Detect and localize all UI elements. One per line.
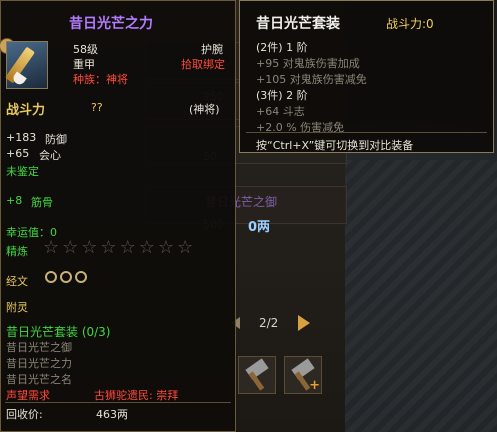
set-tooltip-title: 昔日光芒套装 bbox=[256, 16, 340, 32]
set-bonus-line: (3件) 2 阶 bbox=[256, 89, 308, 102]
item-level: 58级 bbox=[73, 43, 98, 56]
reputation-value: 古狮驼遗民: 崇拜 bbox=[94, 389, 179, 402]
item-tooltip: 昔日光芒之力 58级 护腕 重甲 拾取绑定 种族：神将 战斗力 ?? (神将) … bbox=[0, 0, 236, 432]
sell-price-label: 回收价: bbox=[6, 408, 43, 421]
class-tag: (神将) bbox=[189, 103, 220, 116]
sell-price-value: 463两 bbox=[96, 408, 128, 421]
star-icon: ☆ bbox=[100, 237, 117, 258]
stat-value: +65 bbox=[6, 147, 30, 160]
scene-rock-texture bbox=[345, 160, 497, 432]
next-page-icon[interactable] bbox=[298, 315, 310, 331]
sockets bbox=[45, 271, 87, 283]
item-name: 昔日光芒之力 bbox=[69, 16, 153, 32]
set-item: 昔日光芒之御 bbox=[6, 341, 72, 354]
socket-label: 经文 bbox=[6, 275, 28, 288]
socket-ring-icon bbox=[75, 271, 87, 283]
item-race-requirement: 种族：神将 bbox=[73, 73, 128, 86]
stat-value: +183 bbox=[6, 131, 37, 144]
attune-label: 附灵 bbox=[6, 301, 28, 314]
socket-ring-icon bbox=[60, 271, 72, 283]
item-armor-type: 重甲 bbox=[73, 58, 95, 71]
star-icon: ☆ bbox=[81, 237, 98, 258]
refine-label: 精炼 bbox=[6, 245, 28, 258]
stat-name: 会心 bbox=[39, 149, 61, 162]
star-icon: ☆ bbox=[157, 237, 174, 258]
set-item: 昔日光芒之名 bbox=[6, 373, 72, 386]
socket-ring-icon bbox=[45, 271, 57, 283]
divider bbox=[246, 132, 487, 133]
item-bind-type: 拾取绑定 bbox=[181, 58, 225, 71]
set-title: 昔日光芒套装 (0/3) bbox=[6, 325, 111, 339]
item-slot: 护腕 bbox=[201, 43, 223, 56]
stat-name: 防御 bbox=[45, 133, 67, 146]
divider bbox=[5, 402, 231, 403]
set-tooltip: 昔日光芒套装 战斗力:0 (2件) 1 阶 +95 对鬼族伤害加成 +105 对… bbox=[239, 0, 494, 153]
set-bonus-line: +105 对鬼族伤害减免 bbox=[256, 73, 367, 86]
set-bonus-line: +95 对鬼族伤害加成 bbox=[256, 57, 360, 70]
star-icon: ☆ bbox=[43, 237, 60, 258]
page-indicator: 2/2 bbox=[259, 316, 279, 330]
power-value: ?? bbox=[91, 101, 103, 114]
power-label: 战斗力 bbox=[6, 103, 46, 118]
set-bonus-line: (2件) 1 阶 bbox=[256, 41, 308, 54]
batch-repair-button[interactable]: + bbox=[284, 356, 322, 394]
shop-pager: 2/2 bbox=[226, 312, 321, 334]
set-item: 昔日光芒之力 bbox=[6, 357, 72, 370]
star-icon: ☆ bbox=[176, 237, 194, 258]
set-bonus-line: +64 斗志 bbox=[256, 105, 305, 118]
star-icon: ☆ bbox=[62, 237, 79, 258]
compare-hint: 按“Ctrl+X”键可切换到对比装备 bbox=[256, 139, 414, 152]
unidentified-label: 未鉴定 bbox=[6, 165, 39, 178]
extra-stat-name: 筋骨 bbox=[31, 196, 53, 209]
item-icon bbox=[5, 41, 48, 89]
reputation-label: 声望需求 bbox=[6, 389, 50, 402]
extra-stat-value: +8 bbox=[6, 194, 23, 207]
set-tooltip-power: 战斗力:0 bbox=[386, 17, 434, 31]
refine-stars: ☆ ☆ ☆ ☆ ☆ ☆ ☆ ☆ bbox=[43, 239, 193, 257]
star-icon: ☆ bbox=[138, 237, 155, 258]
currency-amount: 0两 bbox=[248, 220, 271, 235]
star-icon: ☆ bbox=[119, 237, 136, 258]
repair-hammer-button[interactable] bbox=[238, 356, 276, 394]
